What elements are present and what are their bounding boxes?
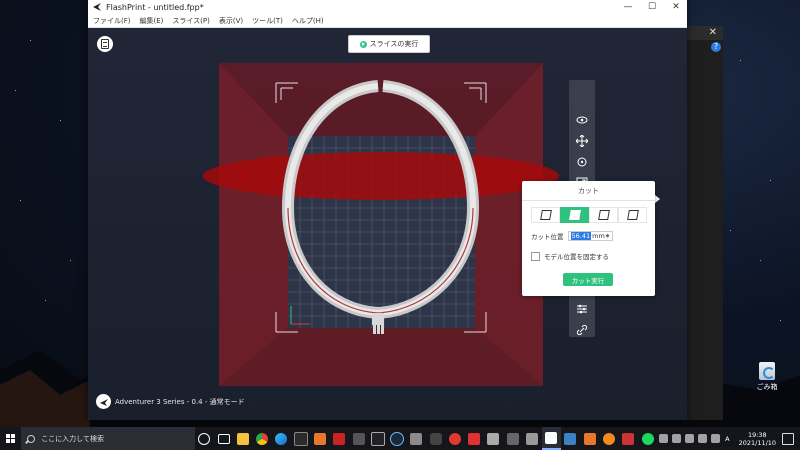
recycle-bin[interactable]: ごみ箱 [752, 362, 782, 392]
cut-panel-title: カット [578, 187, 599, 195]
search-icon [27, 434, 36, 443]
window-title: FlashPrint - untitled.fpp* [106, 2, 204, 12]
start-button[interactable] [0, 427, 21, 450]
task-view-icon[interactable] [214, 427, 233, 450]
spotify-icon[interactable] [638, 427, 657, 450]
recycle-bin-label: ごみ箱 [756, 383, 778, 391]
cut-mode-group [531, 207, 647, 223]
tray-icon[interactable] [672, 434, 682, 443]
cut-position-row: カット位置 56.41 mm ◆ [531, 231, 613, 241]
flashprint-logo-icon [93, 3, 101, 11]
app-icon[interactable] [291, 427, 310, 450]
menu-file[interactable]: ファイル(F) [93, 16, 131, 26]
clock[interactable]: 19:38 2021/11/10 [739, 431, 776, 447]
move-icon[interactable] [574, 133, 590, 149]
status-bar: Adventurer 3 Series - 0.4 - 通常モード [96, 394, 245, 409]
chrome-icon[interactable] [253, 427, 272, 450]
search-placeholder: ここに入力して検索 [41, 434, 104, 443]
edge-icon[interactable] [272, 427, 291, 450]
rotate-icon[interactable] [574, 154, 590, 170]
windows-icon [6, 434, 16, 443]
close-button[interactable]: ✕ [664, 0, 688, 14]
printer-status: Adventurer 3 Series - 0.4 - 通常モード [115, 397, 245, 406]
taskbar-search[interactable]: ここに入力して検索 [21, 427, 195, 450]
view-eye-icon[interactable] [574, 112, 590, 128]
app-icon[interactable] [580, 427, 599, 450]
file-explorer-icon[interactable] [233, 427, 252, 450]
tray-icon[interactable] [685, 434, 695, 443]
cut-position-unit: mm [592, 232, 605, 240]
cut-plane [203, 152, 559, 200]
cut-position-label: カット位置 [531, 233, 564, 241]
cut-position-value[interactable]: 56.41 [570, 232, 592, 240]
clock-time: 19:38 [747, 430, 767, 439]
cube-icon [539, 210, 552, 220]
cube-icon [597, 210, 610, 220]
document-icon[interactable] [97, 36, 113, 52]
start-slice-button[interactable]: スライスの実行 [348, 35, 430, 53]
notification-icon[interactable] [782, 432, 795, 445]
steam-icon[interactable] [387, 427, 406, 450]
panel-pointer [655, 195, 660, 203]
app-icon[interactable] [464, 427, 483, 450]
app-icon[interactable] [330, 427, 349, 450]
maximize-button[interactable]: ☐ [640, 0, 664, 14]
settings-icon[interactable] [574, 301, 590, 317]
app-icon[interactable] [561, 427, 580, 450]
menu-edit[interactable]: 編集(E) [140, 16, 164, 26]
cut-mode-x-button[interactable] [531, 207, 560, 223]
app-icon[interactable] [484, 427, 503, 450]
fix-model-checkbox[interactable] [531, 251, 540, 261]
fix-model-row: モデル位置を固定する [531, 251, 609, 261]
minimize-button[interactable]: — [616, 0, 640, 14]
blender-icon[interactable] [599, 427, 618, 450]
cut-position-input[interactable]: 56.41 mm ◆ [567, 231, 613, 241]
app-icon[interactable] [619, 427, 638, 450]
background-window: ✕ ? [686, 26, 723, 420]
cut-mode-y-button[interactable] [589, 207, 618, 223]
app-icon[interactable] [310, 427, 329, 450]
menu-tools[interactable]: ツール(T) [252, 16, 283, 26]
cortana-icon[interactable] [195, 427, 214, 450]
app-icon[interactable] [407, 427, 426, 450]
ime-indicator[interactable]: A [725, 435, 729, 443]
menu-bar: ファイル(F) 編集(E) スライス(P) 表示(V) ツール(T) ヘルプ(H… [88, 14, 687, 28]
epic-games-icon[interactable] [368, 427, 387, 450]
app-icon[interactable] [349, 427, 368, 450]
start-slice-label: スライスの実行 [369, 40, 419, 48]
spinner-icon[interactable]: ◆ [606, 233, 610, 239]
title-bar[interactable]: FlashPrint - untitled.fpp* — ☐ ✕ [88, 0, 687, 14]
system-tray: A 19:38 2021/11/10 [657, 431, 800, 447]
cut-mode-z-button[interactable] [560, 207, 589, 223]
clock-date: 2021/11/10 [738, 438, 777, 447]
cut-mode-free-button[interactable] [618, 207, 647, 223]
app-icon[interactable] [522, 427, 541, 450]
flashprint-taskbar-icon[interactable] [541, 427, 561, 450]
cut-panel: カット カット位置 56.41 mm ◆ モデル位置を固定する カット実行 [522, 181, 655, 296]
cube-icon [568, 210, 581, 220]
help-icon[interactable]: ? [711, 42, 721, 52]
execute-cut-button[interactable]: カット実行 [563, 273, 613, 286]
fix-model-label: モデル位置を固定する [544, 253, 609, 261]
menu-view[interactable]: 表示(V) [219, 16, 243, 26]
taskbar: ここに入力して検索 A 19:38 2021/11/10 [0, 427, 800, 450]
app-icon[interactable] [503, 427, 522, 450]
recycle-bin-icon [759, 362, 775, 380]
volume-icon[interactable] [711, 434, 721, 443]
app-icon[interactable] [426, 427, 445, 450]
cube-icon [626, 210, 639, 220]
network-icon[interactable] [698, 434, 708, 443]
divider [522, 200, 655, 201]
printer-logo-icon[interactable] [96, 394, 111, 409]
link-icon[interactable] [574, 322, 590, 338]
play-icon [359, 40, 367, 48]
close-icon[interactable]: ✕ [709, 27, 717, 38]
tray-icon[interactable] [659, 434, 669, 443]
menu-help[interactable]: ヘルプ(H) [292, 16, 324, 26]
app-icon[interactable] [445, 427, 464, 450]
menu-slice[interactable]: スライス(P) [172, 16, 209, 26]
